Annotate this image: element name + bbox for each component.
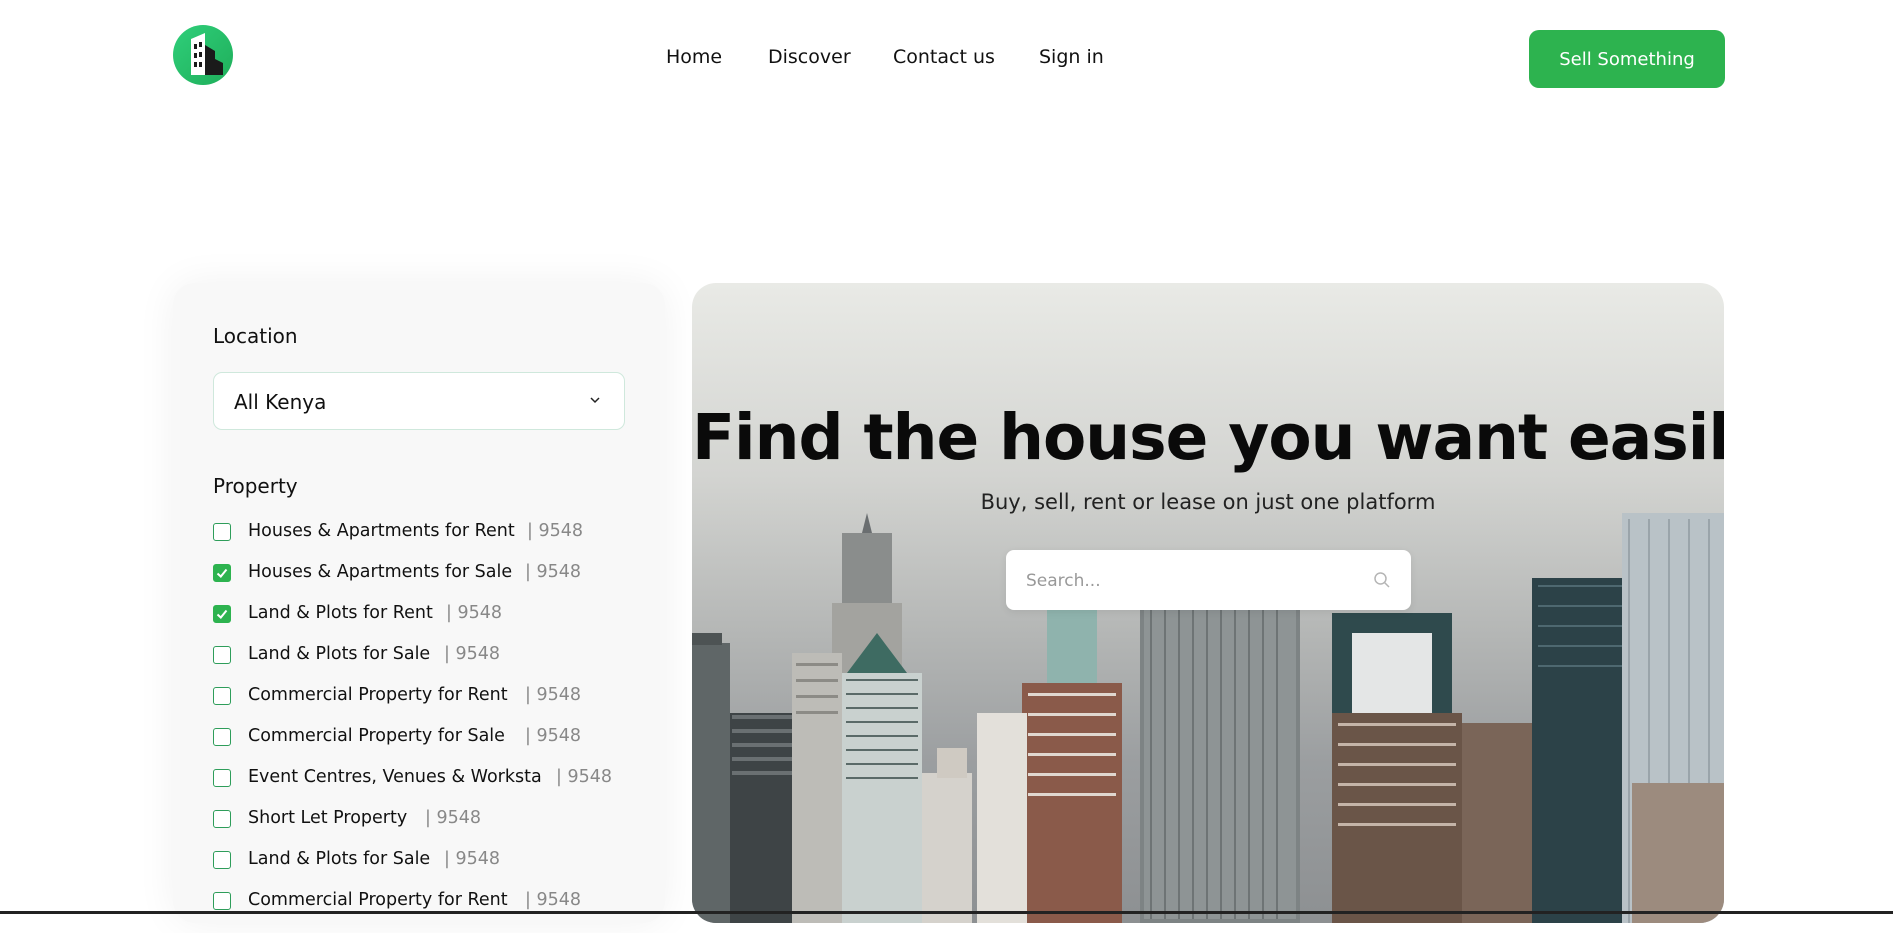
property-option[interactable]: Event Centres, Venues & Worksta | 9548 bbox=[213, 767, 653, 810]
hero-subtitle: Buy, sell, rent or lease on just one pla… bbox=[980, 490, 1436, 514]
checkbox[interactable] bbox=[213, 892, 231, 910]
checkbox-checked[interactable] bbox=[213, 564, 231, 582]
building-logo-icon bbox=[191, 33, 223, 75]
property-option-label: Land & Plots for Sale bbox=[248, 849, 431, 869]
property-option[interactable]: Land & Plots for Rent | 9548 bbox=[213, 603, 653, 646]
nav-home-link[interactable]: Home bbox=[666, 46, 746, 68]
nav-signin-link[interactable]: Sign in bbox=[1039, 46, 1119, 68]
location-select[interactable]: All Kenya bbox=[213, 372, 625, 430]
property-option-count: | 9548 bbox=[556, 767, 612, 787]
property-option[interactable]: Commercial Property for Rent | 9548 bbox=[213, 685, 653, 728]
property-option[interactable]: Houses & Apartments for Sale | 9548 bbox=[213, 562, 653, 605]
property-label: Property bbox=[213, 474, 298, 498]
search-input[interactable] bbox=[1024, 568, 1358, 594]
checkbox[interactable] bbox=[213, 728, 231, 746]
property-option-label: Houses & Apartments for Sale bbox=[248, 562, 513, 582]
property-option-label: Land & Plots for Rent bbox=[248, 603, 433, 623]
checkbox[interactable] bbox=[213, 769, 231, 787]
hero-banner: Find the house you want easily Buy, sell… bbox=[692, 283, 1724, 923]
property-option[interactable]: Houses & Apartments for Rent | 9548 bbox=[213, 521, 653, 564]
property-option-count: | 9548 bbox=[527, 521, 583, 541]
property-option-count: | 9548 bbox=[525, 562, 581, 582]
search-icon[interactable] bbox=[1373, 571, 1391, 589]
logo[interactable] bbox=[173, 25, 233, 85]
property-option[interactable]: Land & Plots for Sale | 9548 bbox=[213, 644, 653, 687]
checkbox[interactable] bbox=[213, 851, 231, 869]
checkmark-icon bbox=[216, 609, 228, 619]
nav-contact-link[interactable]: Contact us bbox=[893, 46, 1013, 68]
hero-title: Find the house you want easily bbox=[692, 401, 1724, 474]
chevron-down-icon bbox=[590, 397, 600, 404]
property-option-label: Commercial Property for Rent bbox=[248, 685, 508, 705]
property-option-label: Short Let Property bbox=[248, 808, 408, 828]
filter-sidebar: Location All Kenya Property Houses & Apa… bbox=[173, 283, 665, 923]
location-select-value: All Kenya bbox=[234, 390, 327, 414]
property-option-label: Houses & Apartments for Rent bbox=[248, 521, 515, 541]
property-checklist: Houses & Apartments for Rent | 9548 Hous… bbox=[213, 521, 653, 933]
checkmark-icon bbox=[216, 568, 228, 578]
nav-discover-link[interactable]: Discover bbox=[768, 46, 868, 68]
property-option-count: | 9548 bbox=[525, 685, 581, 705]
property-option-label: Commercial Property for Sale bbox=[248, 726, 505, 746]
property-option[interactable]: Land & Plots for Sale | 9548 bbox=[213, 849, 653, 892]
location-label: Location bbox=[213, 324, 298, 348]
property-option-label: Land & Plots for Sale bbox=[248, 644, 431, 664]
property-option-count: | 9548 bbox=[525, 890, 581, 910]
sell-something-button[interactable]: Sell Something bbox=[1529, 30, 1725, 88]
property-option-label: Commercial Property for Rent bbox=[248, 890, 508, 910]
checkbox[interactable] bbox=[213, 646, 231, 664]
checkbox[interactable] bbox=[213, 687, 231, 705]
checkbox[interactable] bbox=[213, 810, 231, 828]
property-option-count: | 9548 bbox=[444, 849, 500, 869]
checkbox[interactable] bbox=[213, 523, 231, 541]
property-option-count: | 9548 bbox=[525, 726, 581, 746]
search-box bbox=[1006, 550, 1411, 610]
property-option-count: | 9548 bbox=[444, 644, 500, 664]
property-option-label: Event Centres, Venues & Worksta bbox=[248, 767, 542, 787]
property-option-count: | 9548 bbox=[425, 808, 481, 828]
checkbox-checked[interactable] bbox=[213, 605, 231, 623]
property-option[interactable]: Short Let Property | 9548 bbox=[213, 808, 653, 851]
property-option-count: | 9548 bbox=[446, 603, 502, 623]
property-option[interactable]: Commercial Property for Sale | 9548 bbox=[213, 726, 653, 769]
